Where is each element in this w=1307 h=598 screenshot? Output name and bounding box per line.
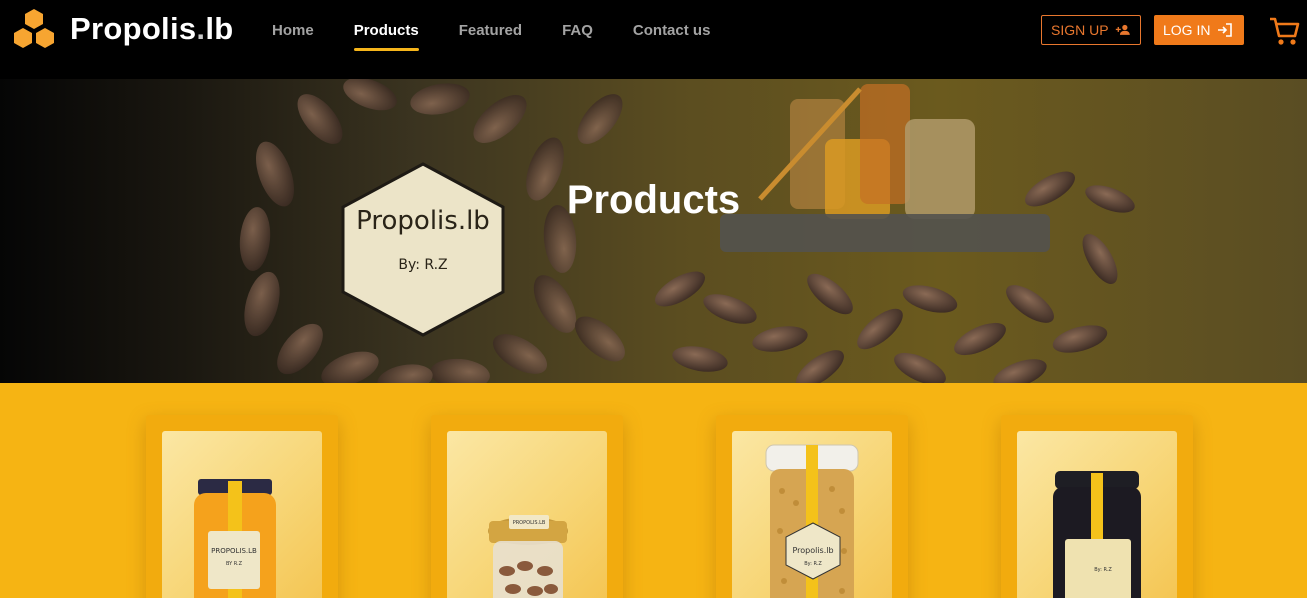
products-section: PROPOLIS.LB BY R.Z PROPOLIS.LB Propolis.… <box>0 383 1307 598</box>
product-card[interactable]: PROPOLIS.LB BY R.Z <box>146 415 338 598</box>
product-image: By: R.Z <box>1017 431 1177 598</box>
product-card[interactable]: Propolis.lb By: R.Z <box>716 415 908 598</box>
product-card[interactable]: By: R.Z <box>1001 415 1193 598</box>
logo[interactable]: Propolis.lb <box>12 8 234 50</box>
product-image: PROPOLIS.LB BY R.Z <box>162 431 322 598</box>
hero-label-by: By: R.Z <box>398 257 447 273</box>
nav-home[interactable]: Home <box>272 22 314 46</box>
cart-icon[interactable] <box>1268 14 1302 48</box>
brand-name: Propolis.lb <box>70 11 234 46</box>
login-icon <box>1218 23 1233 37</box>
product-image: Propolis.lb By: R.Z <box>732 431 892 598</box>
nav-products[interactable]: Products <box>353 22 419 51</box>
honeycomb-icon <box>14 9 54 48</box>
svg-text:PROPOLIS.LB: PROPOLIS.LB <box>513 520 546 526</box>
nav-featured[interactable]: Featured <box>459 22 522 46</box>
product-card[interactable]: PROPOLIS.LB <box>431 415 623 598</box>
svg-text:PROPOLIS.LB: PROPOLIS.LB <box>211 547 257 555</box>
nav-faq[interactable]: FAQ <box>562 22 593 46</box>
svg-text:By: R.Z: By: R.Z <box>804 561 822 567</box>
hero-background-image: Propolis.lb By: R.Z <box>239 79 1135 383</box>
nav-contact[interactable]: Contact us <box>633 22 711 46</box>
login-label: LOG IN <box>1163 22 1211 38</box>
navbar: Propolis.lb Home Products Featured FAQ C… <box>0 0 1307 79</box>
svg-text:By: R.Z: By: R.Z <box>1094 567 1112 573</box>
signup-button[interactable]: SIGN UP <box>1041 15 1141 45</box>
svg-text:Propolis.lb: Propolis.lb <box>792 546 833 555</box>
hero-banner: Propolis.lb By: R.Z Products <box>0 79 1307 383</box>
login-button[interactable]: LOG IN <box>1154 15 1244 45</box>
nav-links: Home Products Featured FAQ Contact us <box>272 22 750 51</box>
svg-text:BY R.Z: BY R.Z <box>226 561 243 567</box>
signup-label: SIGN UP <box>1051 22 1109 38</box>
product-image: PROPOLIS.LB <box>447 431 607 598</box>
add-user-icon <box>1115 24 1130 35</box>
page-title: Products <box>566 178 741 222</box>
